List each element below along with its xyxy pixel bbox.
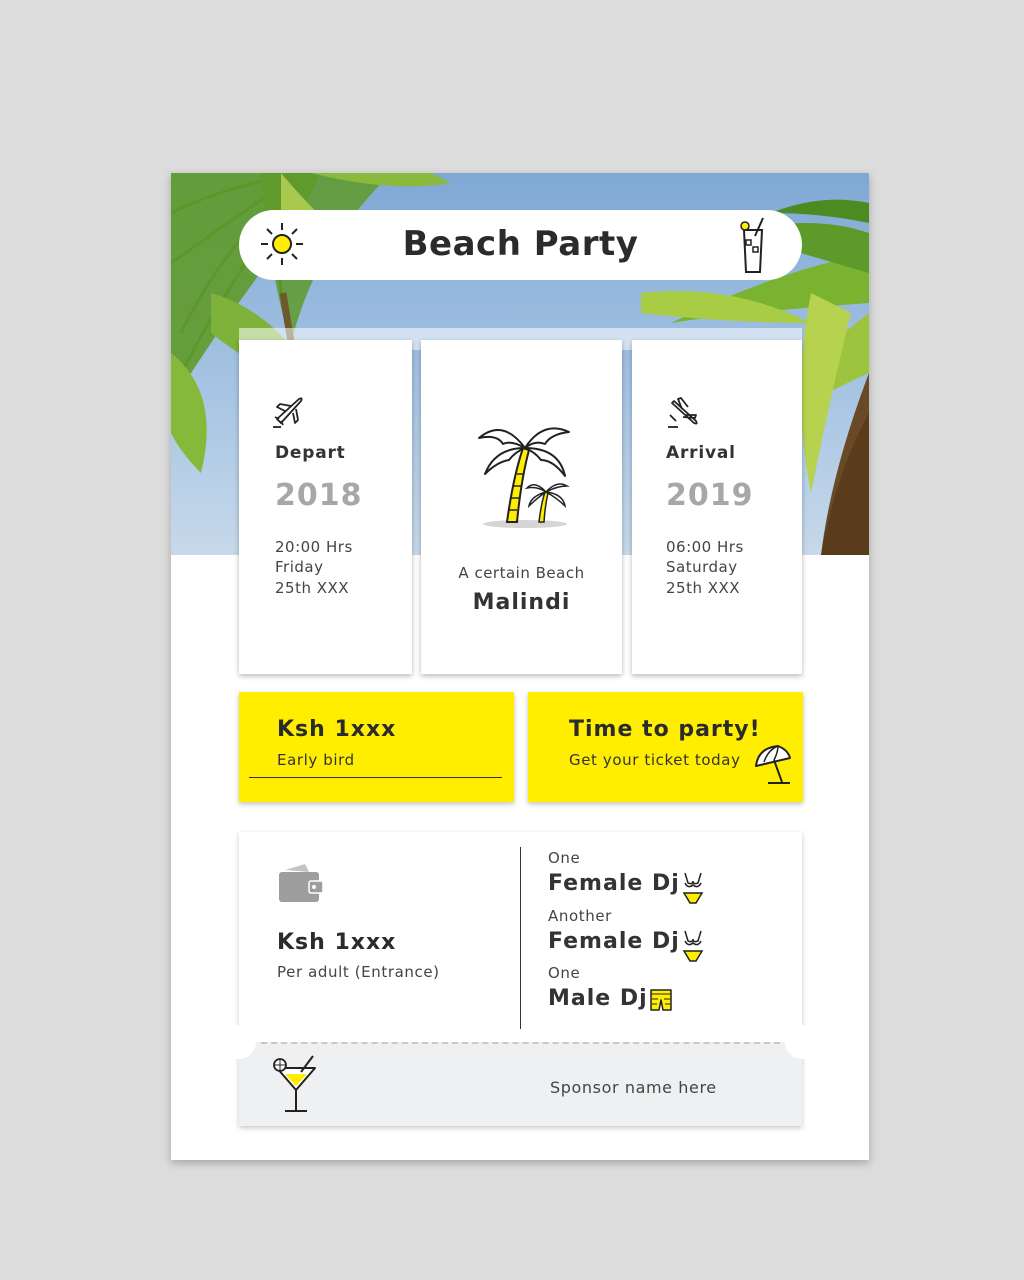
entrance-ticket: Ksh 1xxx Per adult (Entrance) One Female… xyxy=(222,832,819,1126)
early-bird-box: Ksh 1xxx Early bird xyxy=(239,692,514,802)
dj-1-name: Female Dj xyxy=(548,871,680,896)
depart-year: 2018 xyxy=(275,478,363,513)
arrival-card: Arrival 2019 06:00 Hrs Saturday 25th XXX xyxy=(632,340,802,674)
location-card: A certain Beach Malindi xyxy=(421,340,622,674)
depart-label: Depart xyxy=(275,443,346,463)
swim-shorts-icon xyxy=(650,989,672,1011)
ticket-perforation xyxy=(261,1042,780,1044)
beach-name: Malindi xyxy=(472,590,571,615)
dj-2-prefix: Another xyxy=(548,907,612,925)
early-bird-label: Early bird xyxy=(277,751,355,769)
bikini-icon xyxy=(682,930,704,962)
depart-date: 25th XXX xyxy=(275,579,350,597)
entrance-price: Ksh 1xxx xyxy=(277,930,397,955)
ticket-notch-right xyxy=(785,1025,819,1059)
promo-title: Time to party! xyxy=(569,717,761,742)
cold-drink-icon xyxy=(740,217,764,273)
dj-3-name: Male Dj xyxy=(548,986,648,1011)
ticket-divider xyxy=(520,847,521,1029)
cocktail-icon xyxy=(273,1055,316,1112)
beach-umbrella-icon xyxy=(755,745,791,784)
arrival-date: 25th XXX xyxy=(666,579,741,597)
dj-2-name: Female Dj xyxy=(548,929,680,954)
entrance-label: Per adult (Entrance) xyxy=(277,963,440,981)
dj-1-prefix: One xyxy=(548,849,581,867)
dj-3-prefix: One xyxy=(548,964,581,982)
promo-subtitle: Get your ticket today xyxy=(569,751,741,769)
ticket-stub xyxy=(239,1042,802,1126)
ticket-notch-left xyxy=(222,1025,256,1059)
early-bird-underline xyxy=(249,777,502,778)
wallet-icon xyxy=(279,864,324,902)
promo-box: Time to party! Get your ticket today xyxy=(528,692,803,802)
early-bird-price: Ksh 1xxx xyxy=(277,717,397,742)
arrival-time: 06:00 Hrs xyxy=(666,538,744,556)
plane-takeoff-icon xyxy=(273,397,303,428)
depart-card: Depart 2018 20:00 Hrs Friday 25th XXX xyxy=(239,340,412,674)
title-banner: Beach Party xyxy=(239,210,802,280)
depart-day: Friday xyxy=(275,558,324,576)
plane-landing-icon xyxy=(668,397,698,428)
bikini-icon xyxy=(682,872,704,904)
page-title: Beach Party xyxy=(402,224,639,264)
arrival-day: Saturday xyxy=(666,558,738,576)
arrival-year: 2019 xyxy=(666,478,754,513)
sponsor-text: Sponsor name here xyxy=(550,1078,717,1097)
palm-tree-icon xyxy=(478,427,570,528)
arrival-label: Arrival xyxy=(666,443,736,463)
depart-time: 20:00 Hrs xyxy=(275,538,353,556)
beach-caption: A certain Beach xyxy=(458,564,585,582)
